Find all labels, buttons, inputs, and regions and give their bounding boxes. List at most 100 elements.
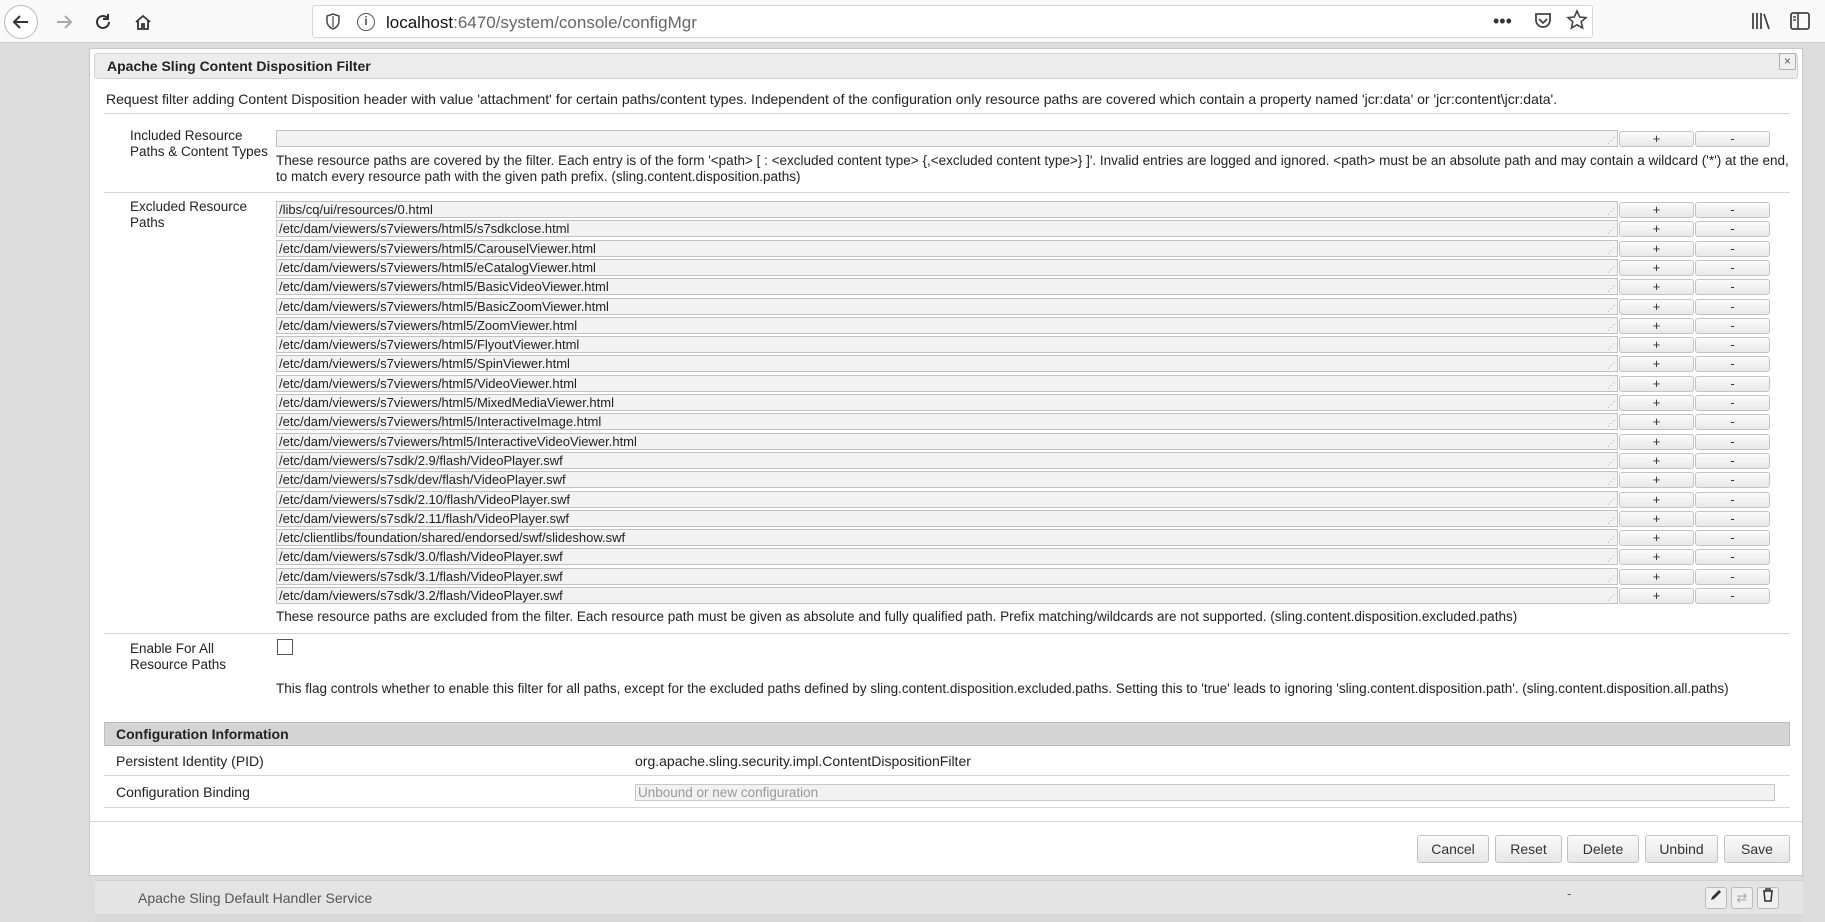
resize-grip-icon[interactable]: ⋰ <box>1607 478 1615 486</box>
url-bar[interactable]: i localhost:6470/system/console/configMg… <box>312 5 1593 38</box>
remove-excluded-path-button[interactable]: - <box>1695 376 1770 392</box>
remove-excluded-path-button[interactable]: - <box>1695 241 1770 257</box>
excluded-path-input[interactable]: /etc/dam/viewers/s7sdk/dev/flash/VideoPl… <box>276 471 1618 488</box>
shield-icon[interactable] <box>325 13 341 30</box>
excluded-path-input[interactable]: /etc/dam/viewers/s7sdk/3.2/flash/VideoPl… <box>276 587 1618 604</box>
resize-grip-icon[interactable]: ⋰ <box>1607 208 1615 216</box>
excluded-path-input[interactable]: /etc/dam/viewers/s7viewers/html5/FlyoutV… <box>276 336 1618 353</box>
excluded-path-input[interactable]: /etc/clientlibs/foundation/shared/endors… <box>276 529 1618 546</box>
excluded-path-input[interactable]: /etc/dam/viewers/s7viewers/html5/eCatalo… <box>276 259 1618 276</box>
add-excluded-path-button[interactable]: + <box>1619 395 1694 411</box>
remove-excluded-path-button[interactable]: - <box>1695 395 1770 411</box>
remove-excluded-path-button[interactable]: - <box>1695 279 1770 295</box>
back-icon[interactable] <box>4 5 38 39</box>
excluded-path-input[interactable]: /etc/dam/viewers/s7sdk/2.9/flash/VideoPl… <box>276 452 1618 469</box>
save-button[interactable]: Save <box>1724 835 1790 863</box>
sidebar-icon[interactable] <box>1789 10 1811 37</box>
resize-grip-icon[interactable]: ⋰ <box>1607 305 1615 313</box>
excluded-path-input[interactable]: /etc/dam/viewers/s7viewers/html5/Interac… <box>276 413 1618 430</box>
component-list-row[interactable]: Apache Sling Default Handler Service - ⇄ <box>95 880 1803 914</box>
resize-grip-icon[interactable]: ⋰ <box>1607 420 1615 428</box>
resize-grip-icon[interactable]: ⋰ <box>1607 575 1615 583</box>
add-excluded-path-button[interactable]: + <box>1619 492 1694 508</box>
remove-included-path-button[interactable]: - <box>1695 131 1770 147</box>
resize-grip-icon[interactable]: ⋰ <box>1607 459 1615 467</box>
trash-icon[interactable] <box>1757 887 1779 909</box>
remove-excluded-path-button[interactable]: - <box>1695 202 1770 218</box>
add-excluded-path-button[interactable]: + <box>1619 549 1694 565</box>
unbind-button[interactable]: Unbind <box>1645 835 1718 863</box>
remove-excluded-path-button[interactable]: - <box>1695 221 1770 237</box>
remove-excluded-path-button[interactable]: - <box>1695 434 1770 450</box>
resize-grip-icon[interactable]: ⋰ <box>1607 594 1615 602</box>
add-excluded-path-button[interactable]: + <box>1619 453 1694 469</box>
add-excluded-path-button[interactable]: + <box>1619 376 1694 392</box>
edit-icon[interactable] <box>1705 887 1727 909</box>
add-excluded-path-button[interactable]: + <box>1619 434 1694 450</box>
resize-grip-icon[interactable]: ⋰ <box>1607 382 1615 390</box>
forward-icon[interactable] <box>47 5 81 39</box>
remove-excluded-path-button[interactable]: - <box>1695 549 1770 565</box>
add-excluded-path-button[interactable]: + <box>1619 260 1694 276</box>
resize-grip-icon[interactable]: ⋰ <box>1607 555 1615 563</box>
remove-excluded-path-button[interactable]: - <box>1695 588 1770 604</box>
add-excluded-path-button[interactable]: + <box>1619 337 1694 353</box>
excluded-path-input[interactable]: /etc/dam/viewers/s7viewers/html5/Carouse… <box>276 240 1618 257</box>
remove-excluded-path-button[interactable]: - <box>1695 356 1770 372</box>
resize-grip-icon[interactable]: ⋰ <box>1607 362 1615 370</box>
remove-excluded-path-button[interactable]: - <box>1695 492 1770 508</box>
url-text[interactable]: localhost:6470/system/console/configMgr <box>386 13 697 33</box>
remove-excluded-path-button[interactable]: - <box>1695 299 1770 315</box>
resize-grip-icon[interactable]: ⋰ <box>1607 247 1615 255</box>
add-excluded-path-button[interactable]: + <box>1619 241 1694 257</box>
resize-grip-icon[interactable]: ⋰ <box>1607 536 1615 544</box>
excluded-path-input[interactable]: /etc/dam/viewers/s7viewers/html5/Interac… <box>276 433 1618 450</box>
library-icon[interactable] <box>1750 10 1772 37</box>
add-excluded-path-button[interactable]: + <box>1619 530 1694 546</box>
enable-all-checkbox[interactable] <box>277 639 293 655</box>
excluded-path-input[interactable]: /etc/dam/viewers/s7sdk/2.10/flash/VideoP… <box>276 491 1618 508</box>
remove-excluded-path-button[interactable]: - <box>1695 414 1770 430</box>
add-excluded-path-button[interactable]: + <box>1619 318 1694 334</box>
bookmark-star-icon[interactable] <box>1566 9 1588 31</box>
delete-button[interactable]: Delete <box>1567 835 1639 863</box>
remove-excluded-path-button[interactable]: - <box>1695 472 1770 488</box>
included-paths-input[interactable]: ⋰ <box>276 130 1618 147</box>
reload-icon[interactable] <box>86 5 120 39</box>
add-excluded-path-button[interactable]: + <box>1619 588 1694 604</box>
add-excluded-path-button[interactable]: + <box>1619 279 1694 295</box>
resize-grip-icon[interactable]: ⋰ <box>1607 498 1615 506</box>
resize-grip-icon[interactable]: ⋰ <box>1607 137 1615 145</box>
unbind-icon[interactable]: ⇄ <box>1731 887 1753 909</box>
resize-grip-icon[interactable]: ⋰ <box>1607 227 1615 235</box>
remove-excluded-path-button[interactable]: - <box>1695 318 1770 334</box>
home-icon[interactable] <box>126 5 160 39</box>
add-excluded-path-button[interactable]: + <box>1619 414 1694 430</box>
reset-button[interactable]: Reset <box>1495 835 1562 863</box>
resize-grip-icon[interactable]: ⋰ <box>1607 324 1615 332</box>
cancel-button[interactable]: Cancel <box>1417 835 1489 863</box>
add-excluded-path-button[interactable]: + <box>1619 511 1694 527</box>
excluded-path-input[interactable]: /etc/dam/viewers/s7sdk/3.0/flash/VideoPl… <box>276 548 1618 565</box>
resize-grip-icon[interactable]: ⋰ <box>1607 517 1615 525</box>
excluded-path-input[interactable]: /etc/dam/viewers/s7viewers/html5/MixedMe… <box>276 394 1618 411</box>
excluded-path-input[interactable]: /etc/dam/viewers/s7sdk/2.11/flash/VideoP… <box>276 510 1618 527</box>
add-included-path-button[interactable]: + <box>1619 131 1694 147</box>
resize-grip-icon[interactable]: ⋰ <box>1607 285 1615 293</box>
resize-grip-icon[interactable]: ⋰ <box>1607 440 1615 448</box>
excluded-path-input[interactable]: /etc/dam/viewers/s7viewers/html5/BasicZo… <box>276 298 1618 315</box>
add-excluded-path-button[interactable]: + <box>1619 202 1694 218</box>
more-icon[interactable]: ••• <box>1493 11 1512 33</box>
add-excluded-path-button[interactable]: + <box>1619 569 1694 585</box>
remove-excluded-path-button[interactable]: - <box>1695 569 1770 585</box>
add-excluded-path-button[interactable]: + <box>1619 472 1694 488</box>
pocket-icon[interactable] <box>1533 10 1553 32</box>
resize-grip-icon[interactable]: ⋰ <box>1607 401 1615 409</box>
excluded-path-input[interactable]: /etc/dam/viewers/s7viewers/html5/VideoVi… <box>276 375 1618 392</box>
add-excluded-path-button[interactable]: + <box>1619 221 1694 237</box>
excluded-path-input[interactable]: /etc/dam/viewers/s7viewers/html5/SpinVie… <box>276 355 1618 372</box>
excluded-path-input[interactable]: /etc/dam/viewers/s7sdk/3.1/flash/VideoPl… <box>276 568 1618 585</box>
resize-grip-icon[interactable]: ⋰ <box>1607 343 1615 351</box>
component-list-row[interactable] <box>95 914 1803 922</box>
remove-excluded-path-button[interactable]: - <box>1695 260 1770 276</box>
